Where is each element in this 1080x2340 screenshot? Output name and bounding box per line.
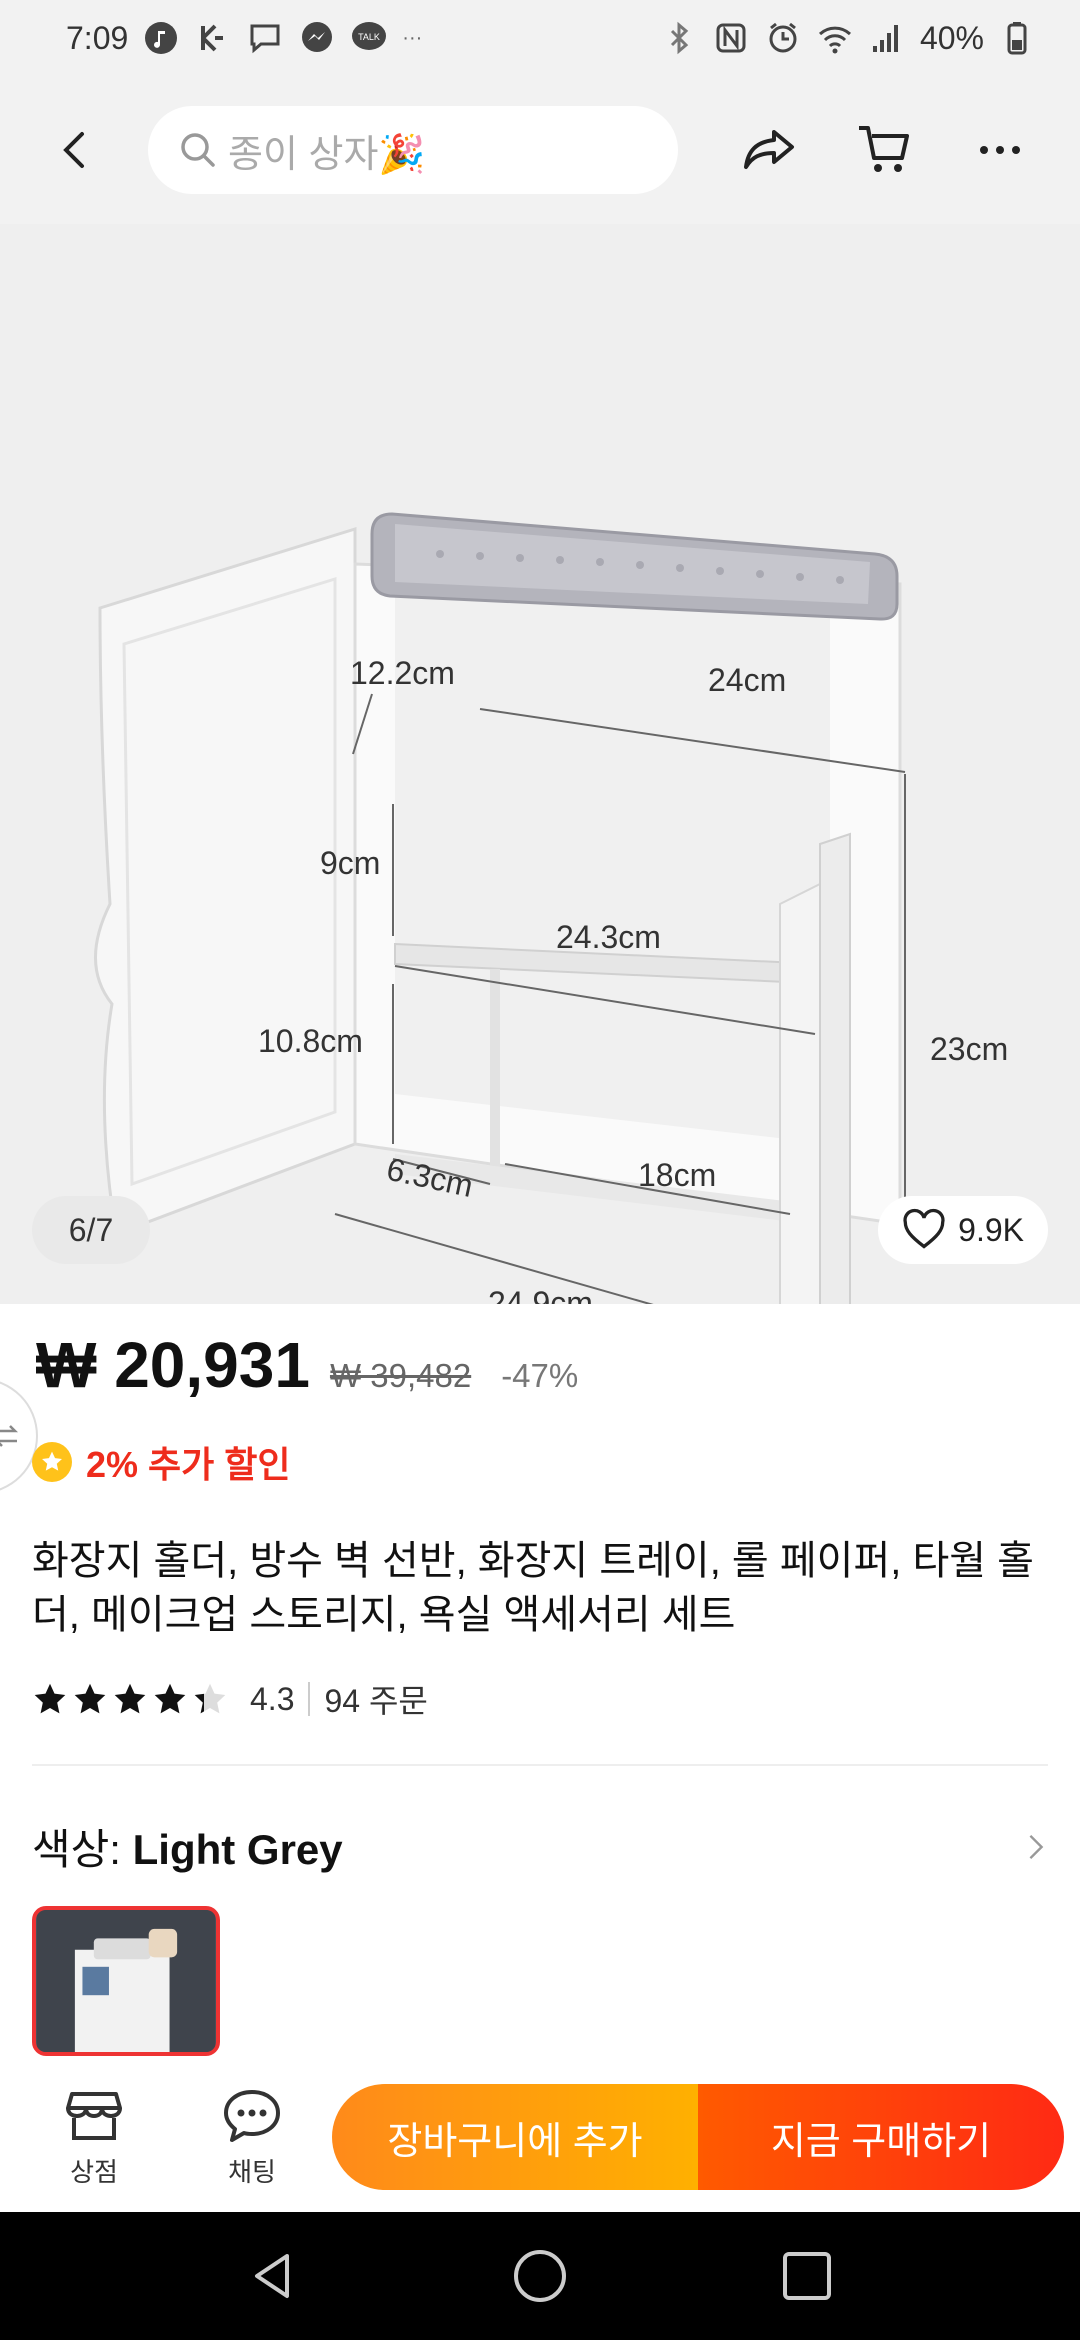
color-value: Light Grey bbox=[132, 1826, 343, 1873]
order-count: 94 주문 bbox=[324, 1683, 428, 1719]
heart-icon bbox=[903, 1208, 945, 1249]
more-options-button[interactable] bbox=[966, 116, 1034, 184]
more-horizontal-icon bbox=[980, 146, 1020, 154]
back-button[interactable] bbox=[44, 118, 108, 182]
k-app-icon bbox=[194, 19, 232, 57]
color-label-text: 색상: bbox=[32, 1826, 133, 1873]
store-icon bbox=[66, 2092, 122, 2140]
product-image-gallery[interactable]: 12.2cm 24cm 9cm 24.3cm 10.8cm 23cm 6.3cm… bbox=[0, 224, 1080, 1304]
product-image: 12.2cm 24cm 9cm 24.3cm 10.8cm 23cm 6.3cm… bbox=[94, 512, 1008, 1304]
rating-divider bbox=[308, 1682, 311, 1716]
chat-label: 채팅 bbox=[228, 2157, 276, 2187]
cart-button[interactable] bbox=[850, 116, 918, 184]
system-navigation-bar bbox=[0, 2212, 1080, 2340]
star-icon bbox=[194, 1683, 226, 1714]
current-price: ₩ 20,931 bbox=[36, 1329, 310, 1401]
chat-button[interactable]: 채팅 bbox=[192, 2086, 312, 2189]
price-row: ₩ 20,931 ₩ 39,482 -47% bbox=[36, 1328, 578, 1410]
dimension-label-lower-height: 10.8cm bbox=[258, 1023, 363, 1059]
dimension-label-bottom-width: 24.9cm bbox=[488, 1285, 593, 1304]
chat-bubble-icon bbox=[224, 2090, 280, 2142]
battery-percent: 40% bbox=[919, 19, 984, 56]
bluetooth-icon bbox=[660, 19, 698, 57]
image-counter: 6/7 bbox=[32, 1196, 150, 1264]
store-label: 상점 bbox=[70, 2157, 118, 2187]
more-dots-icon: ··· bbox=[402, 26, 423, 49]
color-swatch-light-grey[interactable] bbox=[32, 1906, 220, 2056]
alarm-icon bbox=[764, 19, 802, 57]
original-price: ₩ 39,482 bbox=[329, 1357, 472, 1394]
search-icon bbox=[181, 133, 215, 167]
share-icon bbox=[744, 130, 794, 169]
extra-discount-text: 2% 추가 할인 bbox=[86, 1444, 291, 1485]
status-bar: 7:09 TALK ··· 40% bbox=[0, 0, 1080, 76]
dimension-label-total-height: 23cm bbox=[930, 1031, 1008, 1067]
extra-discount-row[interactable]: 2% 추가 할인 bbox=[32, 1436, 291, 1488]
top-navigation: 종이 상자🎉 bbox=[0, 76, 1080, 224]
swap-arrows-icon bbox=[0, 1425, 19, 1447]
star-rating bbox=[32, 1681, 228, 1717]
wishlist-count: 9.9K bbox=[958, 1211, 1024, 1248]
buy-now-button[interactable]: 지금 구매하기 bbox=[698, 2084, 1064, 2190]
dimension-label-depth: 12.2cm bbox=[350, 655, 455, 691]
nfc-icon bbox=[712, 19, 750, 57]
chevron-left-icon bbox=[63, 132, 84, 168]
color-selector-row[interactable]: 색상: Light Grey bbox=[32, 1816, 1048, 1877]
dimension-label-large-compartment: 18cm bbox=[638, 1157, 716, 1193]
search-placeholder: 종이 상자🎉 bbox=[228, 133, 426, 176]
dimension-label-width-top: 24cm bbox=[708, 662, 786, 698]
rating-row[interactable]: 4.3 94 주문 bbox=[32, 1676, 428, 1722]
signal-icon bbox=[868, 19, 906, 57]
wifi-icon bbox=[816, 19, 854, 57]
battery-icon bbox=[998, 19, 1036, 57]
add-to-cart-button[interactable]: 장바구니에 추가 bbox=[332, 2084, 698, 2190]
star-icon bbox=[114, 1683, 146, 1714]
search-bar[interactable]: 종이 상자🎉 bbox=[148, 106, 678, 194]
wishlist-button[interactable]: 9.9K bbox=[878, 1196, 1048, 1264]
chevron-right-icon bbox=[1029, 1834, 1044, 1859]
nav-back-icon[interactable] bbox=[243, 2246, 303, 2306]
product-title: 화장지 홀더, 방수 벽 선반, 화장지 트레이, 롤 페이퍼, 타월 홀더, … bbox=[32, 1539, 1034, 1637]
star-icon bbox=[74, 1683, 106, 1714]
nav-recents-icon[interactable] bbox=[777, 2246, 837, 2306]
dimension-label-shelf-width: 24.3cm bbox=[556, 919, 661, 955]
store-button[interactable]: 상점 bbox=[34, 2086, 154, 2189]
talk-icon: TALK bbox=[350, 19, 388, 57]
discount-percent: -47% bbox=[501, 1357, 579, 1394]
star-icon bbox=[154, 1683, 186, 1714]
shopping-cart-icon bbox=[859, 126, 909, 172]
message-icon bbox=[246, 19, 284, 57]
messenger-icon bbox=[298, 19, 336, 57]
coin-star-icon bbox=[32, 1442, 72, 1482]
dimension-label-upper-height: 9cm bbox=[320, 845, 380, 881]
music-icon bbox=[142, 19, 180, 57]
status-time: 7:09 bbox=[66, 19, 129, 56]
swatch-thumbnail bbox=[37, 1910, 215, 2052]
color-label: 색상: Light Grey bbox=[32, 1816, 343, 1877]
talk-badge-text: TALK bbox=[358, 32, 380, 42]
section-divider bbox=[32, 1764, 1048, 1766]
star-icon bbox=[34, 1683, 66, 1714]
bottom-action-bar: 상점 채팅 장바구니에 추가 지금 구매하기 bbox=[0, 2056, 1080, 2212]
rating-value: 4.3 bbox=[250, 1680, 295, 1717]
share-button[interactable] bbox=[736, 116, 804, 184]
nav-home-icon[interactable] bbox=[510, 2246, 570, 2306]
